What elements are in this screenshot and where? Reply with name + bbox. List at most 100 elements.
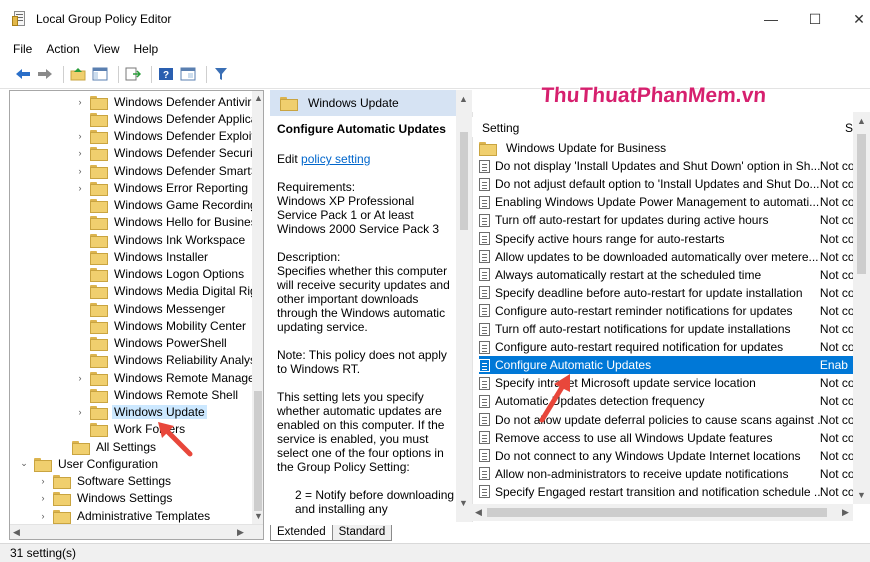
column-setting[interactable]: Setting [482,121,519,135]
tree-item[interactable]: All Settings [56,438,158,455]
export-list-icon[interactable] [124,65,142,83]
scroll-thumb[interactable] [857,134,866,274]
policy-row[interactable]: Allow updates to be downloaded automatic… [479,248,870,266]
scroll-right-icon[interactable]: ▶ [237,527,244,538]
tree-horizontal-scrollbar[interactable]: ◀ ▶ [10,524,263,539]
policy-row[interactable]: Turn off auto-restart notifications for … [479,320,870,338]
properties-view-icon[interactable] [179,65,197,83]
menu-file[interactable]: File [6,38,39,60]
policy-row[interactable]: Do not display 'Install Updates and Shut… [479,157,870,175]
tree-item[interactable]: Windows Hello for Business [74,214,263,231]
tree-item[interactable]: › Windows Defender Antiviru: [74,93,263,110]
close-button[interactable]: ✕ [848,8,870,30]
scroll-up-icon[interactable]: ▲ [254,93,263,103]
policy-row[interactable]: Do not connect to any Windows Update Int… [479,447,870,465]
policy-row[interactable]: Specify active hours range for auto-rest… [479,230,870,248]
tree-item[interactable]: › Windows Remote Managem [74,369,263,386]
policy-row[interactable]: Do not adjust default option to 'Install… [479,175,870,193]
policy-row[interactable]: Configure auto-restart reminder notifica… [479,302,870,320]
tree-item[interactable]: Windows Defender Applicat [74,110,263,127]
scroll-thumb[interactable] [487,508,827,517]
tree-item[interactable]: ⌄ User Configuration [18,455,160,472]
expand-chevron-icon[interactable]: › [74,183,86,193]
tree-item[interactable]: Windows Mobility Center [74,317,248,334]
scroll-down-icon[interactable]: ▼ [857,490,866,500]
tree-item[interactable]: Windows Reliability Analysis [74,352,263,369]
tree-item[interactable]: Windows Installer [74,248,210,265]
tree-item[interactable]: Windows Media Digital Righ [74,283,263,300]
tree-vertical-scrollbar[interactable]: ▲ ▼ [252,91,263,524]
tree-item[interactable]: › Windows Defender Exploit G [74,128,263,145]
policy-row[interactable]: Allow non-administrators to receive upda… [479,465,870,483]
expand-chevron-icon[interactable]: › [37,493,49,503]
description-pane: Windows Update Configure Automatic Updat… [270,90,456,522]
tree-item[interactable]: Windows Game Recording a [74,197,263,214]
expand-chevron-icon[interactable]: › [74,373,86,383]
scroll-down-icon[interactable]: ▼ [254,511,263,521]
tree-item[interactable]: › Windows Defender Security [74,145,263,162]
policy-row[interactable]: Configure auto-restart required notifica… [479,338,870,356]
policy-row[interactable]: Enabling Windows Update Power Management… [479,193,870,211]
tab-extended[interactable]: Extended [270,525,333,541]
tree-item[interactable]: › Windows Update [74,404,207,421]
policy-row[interactable]: Specify intranet Microsoft update servic… [479,374,870,392]
expand-chevron-icon[interactable]: › [37,511,49,521]
up-folder-icon[interactable] [69,65,87,83]
tree-item[interactable]: › Windows Settings [37,490,174,507]
policy-row[interactable]: Specify deadline before auto-restart for… [479,284,870,302]
policy-row[interactable]: Automatic Updates detection frequency Not… [479,392,870,410]
tree-item[interactable]: › Software Settings [37,473,173,490]
menu-view[interactable]: View [87,38,127,60]
policy-name: Automatic Updates detection frequency [495,394,705,409]
scroll-left-icon[interactable]: ◀ [475,507,482,518]
scroll-up-icon[interactable]: ▲ [857,116,866,126]
policy-row[interactable]: Remove access to use all Windows Update … [479,429,870,447]
policy-row[interactable]: Turn off auto-restart for updates during… [479,211,870,229]
expand-chevron-icon[interactable]: › [74,131,86,141]
policy-row[interactable]: Always automatically restart at the sche… [479,266,870,284]
show-hide-tree-icon[interactable] [91,65,109,83]
description-header: Windows Update [270,90,456,116]
tree-item[interactable]: Windows Remote Shell [74,386,240,403]
expand-chevron-icon[interactable]: › [74,148,86,158]
tree-item[interactable]: › Windows Error Reporting [74,179,250,196]
folder-icon [280,97,298,111]
expand-chevron-icon[interactable]: ⌄ [18,458,30,469]
description-vertical-scrollbar[interactable]: ▲ ▼ [456,90,472,522]
expand-chevron-icon[interactable]: › [74,97,86,107]
tree-item[interactable]: Windows PowerShell [74,335,229,352]
scroll-up-icon[interactable]: ▲ [459,94,468,104]
scroll-right-icon[interactable]: ▶ [842,507,849,518]
all-settings-icon [72,440,90,455]
tree-item[interactable]: › Administrative Templates [37,507,212,524]
edit-policy-setting-link[interactable]: policy setting [301,152,370,166]
menu-help[interactable]: Help [127,38,166,60]
filter-icon[interactable] [212,65,230,83]
policy-name: Always automatically restart at the sche… [495,267,762,282]
forward-arrow-icon[interactable] [36,65,54,83]
list-vertical-scrollbar[interactable]: ▲ ▼ [853,112,870,504]
tree-item[interactable]: › Windows Defender SmartSc [74,162,263,179]
tree-item[interactable]: Work Folders [74,421,187,438]
scroll-thumb[interactable] [254,391,262,511]
policy-row[interactable]: Configure Automatic Updates Enab [479,356,870,375]
scroll-left-icon[interactable]: ◀ [13,527,20,538]
scroll-thumb[interactable] [460,132,468,230]
tree-item[interactable]: Windows Logon Options [74,266,246,283]
menu-action[interactable]: Action [39,38,86,60]
policy-row[interactable]: Windows Update for Business [479,139,870,157]
tab-standard[interactable]: Standard [331,525,393,541]
expand-chevron-icon[interactable]: › [74,407,86,417]
minimize-button[interactable]: — [760,8,782,30]
policy-row[interactable]: Specify Engaged restart transition and n… [479,483,870,501]
scroll-down-icon[interactable]: ▼ [459,498,468,508]
help-icon[interactable]: ? [157,65,175,83]
back-arrow-icon[interactable] [14,65,32,83]
expand-chevron-icon[interactable]: › [74,166,86,176]
policy-row[interactable]: Do not allow update deferral policies to… [479,411,870,429]
tree-item[interactable]: Windows Messenger [74,300,227,317]
expand-chevron-icon[interactable]: › [37,476,49,486]
list-horizontal-scrollbar[interactable]: ◀ ▶ [472,504,853,521]
maximize-button[interactable]: ☐ [804,8,826,30]
tree-item[interactable]: Windows Ink Workspace [74,231,247,248]
